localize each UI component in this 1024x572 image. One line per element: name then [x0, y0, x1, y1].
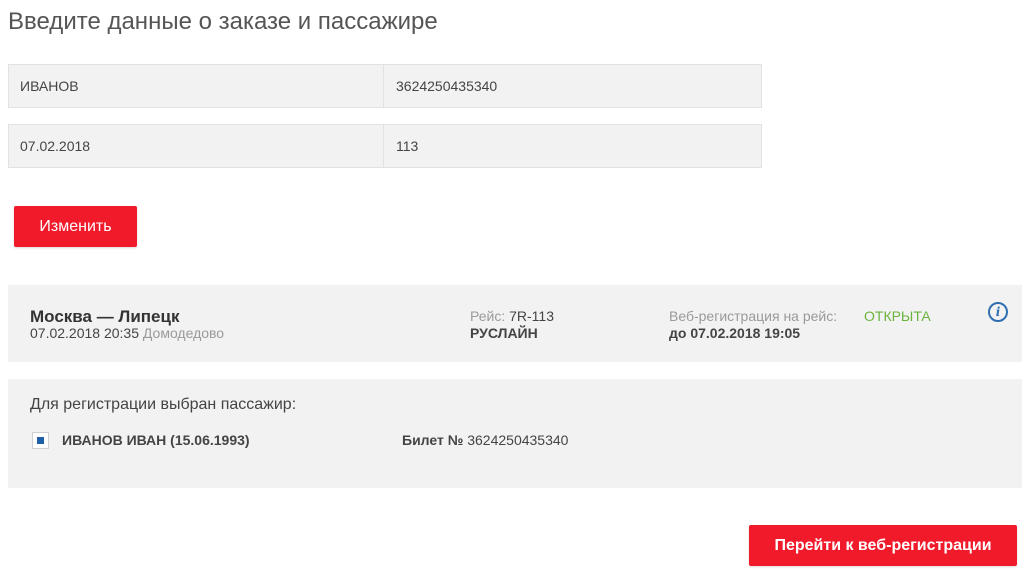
flight-value: 7R-113 [509, 308, 554, 324]
passenger-panel: Для регистрации выбран пассажир: ИВАНОВ … [8, 379, 1022, 488]
registration-label: Веб-регистрация на рейс: [669, 308, 838, 324]
flight-number-line: Рейс: 7R-113 [470, 308, 554, 324]
registration-until: до 07.02.2018 19:05 [669, 325, 801, 341]
ticket-label: Билет № [402, 432, 464, 448]
departure-line: 07.02.2018 20:35 Домодедово [30, 325, 224, 341]
date-field[interactable]: 07.02.2018 [9, 125, 384, 167]
form-row-name-ticket: ИВАНОВ 3624250435340 [8, 64, 762, 108]
flight-info-panel: Москва — Липецк 07.02.2018 20:35 Домодед… [8, 285, 1022, 362]
form-row-date-flight: 07.02.2018 113 [8, 124, 762, 168]
flight-route: Москва — Липецк [30, 307, 180, 326]
flight-label: Рейс: [470, 308, 506, 324]
ticket-number: 3624250435340 [467, 432, 569, 448]
last-name-field[interactable]: ИВАНОВ [9, 65, 384, 107]
info-icon[interactable]: i [988, 302, 1008, 322]
change-button[interactable]: Изменить [14, 206, 137, 247]
page-title: Введите данные о заказе и пассажире [8, 8, 438, 35]
departure-airport: Домодедово [142, 325, 225, 341]
carrier-name: РУСЛАЙН [470, 325, 538, 341]
passenger-checkbox[interactable] [32, 432, 49, 449]
passenger-name: ИВАНОВ ИВАН (15.06.1993) [62, 432, 250, 448]
checkbox-checked-mark [37, 437, 44, 444]
registration-status: ОТКРЫТА [864, 308, 931, 324]
flight-number-field[interactable]: 113 [384, 125, 761, 167]
passenger-heading: Для регистрации выбран пассажир: [30, 396, 297, 413]
passenger-ticket: Билет № 3624250435340 [402, 432, 568, 448]
go-to-web-registration-button[interactable]: Перейти к веб-регистрации [749, 525, 1017, 566]
ticket-number-field[interactable]: 3624250435340 [384, 65, 761, 107]
departure-datetime: 07.02.2018 20:35 [30, 325, 139, 341]
